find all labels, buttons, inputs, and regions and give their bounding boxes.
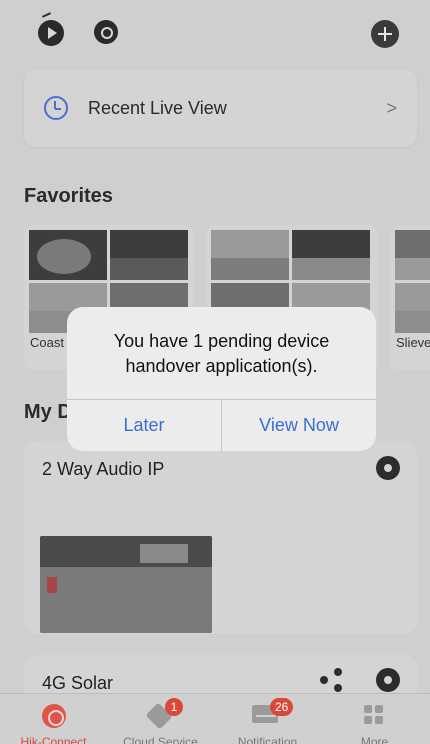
- grid-icon: [364, 705, 384, 725]
- clock-icon: [44, 96, 68, 120]
- notification-badge: 26: [270, 698, 294, 716]
- top-bar: [0, 0, 430, 62]
- cloud-service-badge: 1: [165, 698, 183, 716]
- camera-thumbnail: [110, 230, 188, 280]
- device-card[interactable]: 2 Way Audio IP: [24, 441, 417, 634]
- favorites-title: Favorites: [24, 185, 113, 207]
- view-now-button[interactable]: View Now: [222, 399, 376, 451]
- tab-more[interactable]: More: [321, 694, 428, 744]
- favorite-card[interactable]: Slieve: [390, 225, 430, 370]
- camera-preview[interactable]: [40, 536, 212, 633]
- later-button[interactable]: Later: [67, 399, 221, 451]
- favorite-thumbnails: [395, 230, 430, 333]
- recent-live-view-row[interactable]: Recent Live View >: [24, 69, 417, 147]
- tab-notification[interactable]: 26 Notification: [214, 694, 321, 744]
- tab-hik-connect[interactable]: Hik-Connect: [0, 694, 107, 744]
- bottom-tab-bar: Hik-Connect 1 Cloud Service 26 Notificat…: [0, 693, 430, 744]
- camera-thumbnail: [395, 230, 430, 280]
- tab-label: More: [360, 735, 389, 744]
- settings-icon[interactable]: [376, 668, 400, 692]
- dialog-message: You have 1 pending device handover appli…: [113, 331, 330, 376]
- tab-label: Cloud Service: [123, 735, 198, 744]
- settings-icon[interactable]: [376, 456, 400, 480]
- play-icon[interactable]: [38, 20, 64, 46]
- camera-thumbnail: [211, 230, 289, 280]
- my-devices-title: My D: [24, 401, 72, 423]
- add-device-icon[interactable]: [371, 20, 399, 48]
- tab-cloud-service[interactable]: 1 Cloud Service: [107, 694, 214, 744]
- search-icon[interactable]: [94, 20, 118, 44]
- share-icon[interactable]: [320, 668, 344, 692]
- tab-label: Hik-Connect: [20, 735, 87, 744]
- chevron-right-icon: >: [386, 98, 397, 118]
- hik-connect-icon: [42, 704, 66, 728]
- device-name: 2 Way Audio IP: [42, 459, 165, 479]
- recent-live-view-label: Recent Live View: [88, 98, 227, 118]
- favorite-label: Slieve: [396, 335, 430, 350]
- camera-thumbnail: [29, 230, 107, 280]
- tab-label: Notification: [237, 735, 298, 744]
- favorite-label: Coast: [30, 335, 64, 350]
- handover-alert-dialog: You have 1 pending device handover appli…: [67, 307, 376, 451]
- camera-thumbnail: [395, 283, 430, 333]
- camera-thumbnail: [292, 230, 370, 280]
- device-name: 4G Solar: [42, 673, 114, 693]
